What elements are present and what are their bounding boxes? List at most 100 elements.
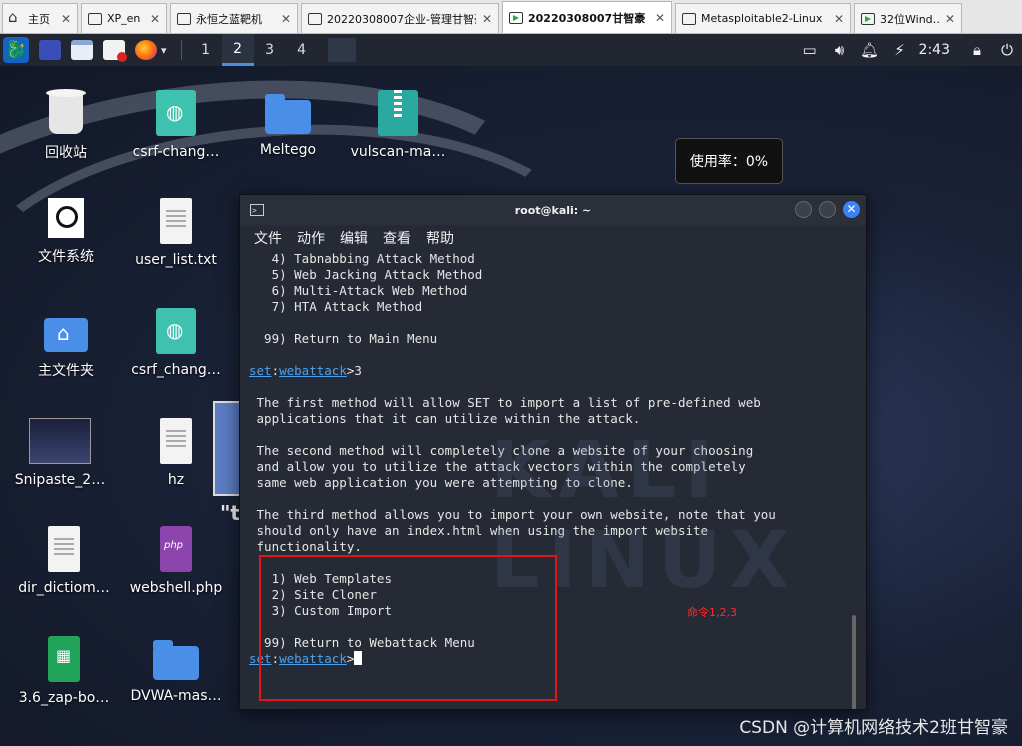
- vm-tab[interactable]: 主页 ✕: [2, 3, 78, 33]
- vm-tab[interactable]: XP_en ✕: [81, 3, 167, 33]
- terminal-line: same web application you were attempting…: [249, 475, 633, 490]
- vm-tab-label: 20220308007企业-管理甘智豪: [327, 12, 476, 26]
- desktop-icon[interactable]: vulscan-ma…: [348, 90, 448, 160]
- terminal-line: The first method will allow SET to impor…: [249, 395, 761, 410]
- terminal-titlebar[interactable]: > root@kali: ~ ✕: [240, 195, 866, 225]
- vm-tab[interactable]: 32位Wind… ✕: [854, 3, 962, 33]
- desktop-icon[interactable]: dir_dictiom…: [14, 526, 114, 596]
- text-editor-icon[interactable]: [103, 40, 127, 62]
- desktop-icon-label: 3.6_zap-bo…: [18, 690, 110, 706]
- desktop-icon[interactable]: Meltego: [238, 90, 338, 158]
- desktop-icon[interactable]: DVWA-mas…: [126, 636, 226, 704]
- close-tab-icon[interactable]: ✕: [150, 12, 160, 26]
- terminal-line: 5) Web Jacking Attack Method: [249, 267, 483, 282]
- drive-icon: [48, 198, 84, 238]
- close-tab-icon[interactable]: ✕: [61, 12, 71, 26]
- close-tab-icon[interactable]: ✕: [945, 12, 955, 26]
- terminal-scrollbar[interactable]: [852, 615, 856, 709]
- text-file-icon: [48, 526, 80, 572]
- panel-separator: [180, 40, 182, 60]
- close-tab-icon[interactable]: ✕: [482, 12, 492, 26]
- vm-tab[interactable]: Metasploitable2-Linux ✕: [675, 3, 851, 33]
- clock[interactable]: 2:43: [919, 42, 950, 58]
- notification-bell-icon[interactable]: 🔔︎: [855, 41, 885, 59]
- php-file-icon: [160, 526, 192, 572]
- desktop-icon[interactable]: csrf_chang…: [126, 308, 226, 378]
- web-file-icon: [156, 90, 196, 136]
- trash-icon: [46, 89, 86, 134]
- text-file-icon: [160, 418, 192, 464]
- chevron-down-icon[interactable]: ▾: [161, 44, 167, 57]
- vm-tab-label: Metasploitable2-Linux: [701, 12, 823, 25]
- top-panel: 🐉 >_ ▾ 1234 >_ ▭ 🔊︎ 🔔︎ ⚡︎ 2:43 🔒︎ ⏻: [0, 34, 1022, 248]
- desktop-icon-label: dir_dictiom…: [18, 580, 110, 596]
- firefox-icon[interactable]: [135, 40, 157, 60]
- maximize-button[interactable]: [819, 201, 836, 218]
- terminal-menu-item[interactable]: 编辑: [340, 228, 368, 248]
- desktop-icon-label: 文件系统: [38, 249, 94, 265]
- taskbar-terminal-button[interactable]: >_: [239, 38, 356, 241]
- terminal-line: and allow you to utilize the attack vect…: [249, 459, 746, 474]
- vm-tab-label: 20220308007甘智豪: [528, 11, 646, 25]
- vm-tab-label: 主页: [28, 12, 50, 26]
- vm-icon: [682, 12, 696, 25]
- desktop-icon[interactable]: webshell.php: [126, 526, 226, 596]
- minimize-button[interactable]: [795, 201, 812, 218]
- desktop-icon[interactable]: Snipaste_2…: [10, 418, 110, 488]
- desktop-icon-label: 主文件夹: [38, 363, 94, 379]
- desktop-icon[interactable]: user_list.txt: [126, 198, 226, 268]
- vm-tab[interactable]: 永恒之蓝靶机 ✕: [170, 3, 298, 33]
- terminal-menu-item[interactable]: 动作: [297, 228, 325, 248]
- desktop-icon[interactable]: 文件系统: [16, 198, 116, 266]
- prompt-set: set: [249, 363, 272, 378]
- close-tab-icon[interactable]: ✕: [655, 11, 665, 25]
- workspace-4[interactable]: 4: [286, 34, 318, 66]
- desktop-icon[interactable]: 回收站: [16, 89, 116, 162]
- vm-tab[interactable]: 20220308007企业-管理甘智豪 ✕: [301, 3, 499, 33]
- close-button[interactable]: ✕: [843, 201, 860, 218]
- terminal-menubar: 文件 动作 编辑 查看 帮助: [240, 225, 866, 251]
- desktop-icon-label: hz: [167, 472, 185, 488]
- display-icon[interactable]: ▭: [795, 41, 825, 59]
- text-file-icon: [160, 198, 192, 244]
- power-status-icon[interactable]: ⚡︎: [885, 41, 915, 59]
- terminal-line: 7) HTA Attack Method: [249, 299, 423, 314]
- workspace-3[interactable]: 3: [254, 34, 286, 66]
- lock-icon[interactable]: 🔒︎: [962, 41, 992, 59]
- workspace-2[interactable]: 2: [221, 34, 254, 66]
- annotation-label: 命令1,2,3: [687, 606, 737, 619]
- vm-tab[interactable]: 20220308007甘智豪 ✕: [502, 1, 672, 33]
- close-tab-icon[interactable]: ✕: [281, 12, 291, 26]
- volume-icon[interactable]: 🔊︎: [825, 41, 855, 59]
- terminal-menu-item[interactable]: 帮助: [426, 228, 454, 248]
- background-text: "t: [220, 501, 240, 525]
- terminal-title: root@kali: ~: [514, 203, 592, 217]
- logout-icon[interactable]: ⏻: [992, 41, 1022, 59]
- desktop-icon[interactable]: 主文件夹: [16, 308, 116, 380]
- home-folder-icon: [44, 318, 88, 352]
- workspace-1[interactable]: 1: [190, 34, 222, 66]
- desktop-icon[interactable]: 3.6_zap-bo…: [14, 636, 114, 706]
- show-desktop-icon[interactable]: [39, 40, 61, 60]
- desktop-icon[interactable]: hz: [126, 418, 226, 488]
- desktop-icon-label: webshell.php: [129, 580, 223, 596]
- terminal-menu-item[interactable]: 文件: [254, 228, 282, 248]
- close-tab-icon[interactable]: ✕: [834, 12, 844, 26]
- file-manager-icon[interactable]: [71, 40, 93, 60]
- terminal-menu-item[interactable]: 查看: [383, 228, 411, 248]
- vm-icon: [88, 12, 102, 25]
- terminal-line: functionality.: [249, 539, 362, 554]
- kali-menu-icon[interactable]: 🐉: [3, 37, 29, 63]
- vm-running-icon: [861, 12, 875, 25]
- desktop-icon-label: Meltego: [259, 142, 317, 158]
- prompt-input: >3: [346, 363, 362, 378]
- desktop-icon[interactable]: csrf-chang…: [126, 90, 226, 160]
- web-file-icon: [156, 308, 196, 354]
- desktop-icon-label: DVWA-mas…: [130, 688, 222, 704]
- terminal-line: 99) Return to Main Menu: [249, 331, 438, 346]
